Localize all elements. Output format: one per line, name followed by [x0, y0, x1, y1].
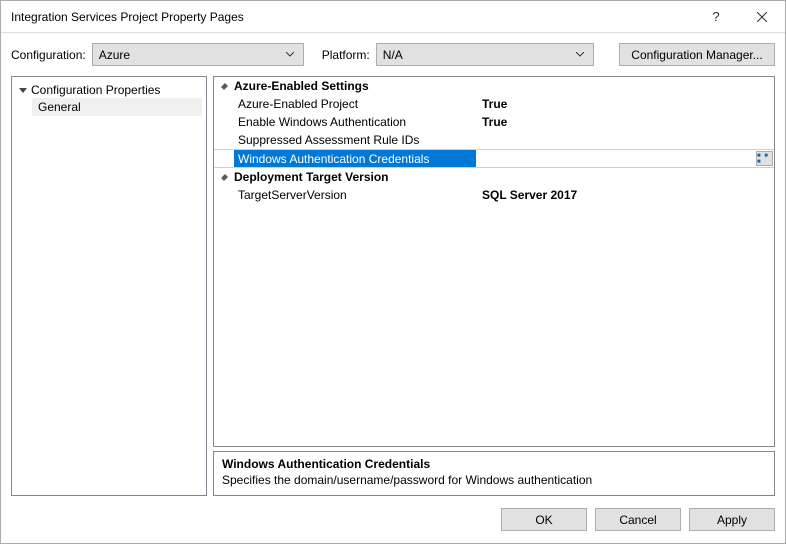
- tree-collapse-icon[interactable]: [18, 86, 28, 94]
- property-grid-body: Azure-Enabled Settings Azure-Enabled Pro…: [214, 77, 774, 446]
- prop-name: Azure-Enabled Project: [234, 95, 476, 113]
- ok-button[interactable]: OK: [501, 508, 587, 531]
- prop-row-winauth-credentials[interactable]: Windows Authentication Credentials ■ ■ ■: [214, 149, 774, 168]
- property-grid[interactable]: Azure-Enabled Settings Azure-Enabled Pro…: [213, 76, 775, 447]
- prop-value[interactable]: True: [476, 113, 774, 131]
- main-area: Configuration Properties General Azure-E…: [1, 76, 785, 496]
- prop-row-target-server-version[interactable]: TargetServerVersion SQL Server 2017: [214, 186, 774, 204]
- category-label: Deployment Target Version: [234, 170, 388, 184]
- apply-button[interactable]: Apply: [689, 508, 775, 531]
- tree-view[interactable]: Configuration Properties General: [11, 76, 207, 496]
- category-label: Azure-Enabled Settings: [234, 79, 369, 93]
- prop-row-suppressed-rules[interactable]: Suppressed Assessment Rule IDs: [214, 131, 774, 149]
- prop-value[interactable]: True: [476, 95, 774, 113]
- prop-name: Suppressed Assessment Rule IDs: [234, 131, 476, 149]
- platform-label: Platform:: [322, 48, 370, 62]
- chevron-down-icon: [573, 52, 587, 57]
- platform-value: N/A: [383, 48, 573, 62]
- dialog-footer: OK Cancel Apply: [1, 496, 785, 543]
- prop-value[interactable]: ■ ■ ■: [476, 150, 774, 167]
- prop-name: Enable Windows Authentication: [234, 113, 476, 131]
- close-icon: [757, 12, 767, 22]
- description-text: Specifies the domain/username/password f…: [222, 473, 766, 487]
- ellipsis-button[interactable]: ■ ■ ■: [756, 151, 773, 166]
- tree-item-general[interactable]: General: [32, 98, 202, 116]
- right-column: Azure-Enabled Settings Azure-Enabled Pro…: [213, 76, 775, 496]
- description-panel: Windows Authentication Credentials Speci…: [213, 451, 775, 496]
- tree-root-label: Configuration Properties: [31, 83, 160, 97]
- prop-value[interactable]: SQL Server 2017: [476, 186, 774, 204]
- config-row: Configuration: Azure Platform: N/A Confi…: [1, 33, 785, 76]
- configuration-manager-button[interactable]: Configuration Manager...: [619, 43, 775, 66]
- tree-root-item[interactable]: Configuration Properties: [12, 81, 206, 98]
- prop-row-enable-winauth[interactable]: Enable Windows Authentication True: [214, 113, 774, 131]
- prop-row-azure-enabled[interactable]: Azure-Enabled Project True: [214, 95, 774, 113]
- help-button[interactable]: ?: [693, 1, 739, 32]
- prop-name: TargetServerVersion: [234, 186, 476, 204]
- category-deployment-target[interactable]: Deployment Target Version: [214, 168, 774, 186]
- chevron-down-icon: [283, 52, 297, 57]
- configuration-value: Azure: [99, 48, 283, 62]
- dialog-window: Integration Services Project Property Pa…: [0, 0, 786, 544]
- expand-collapse-icon[interactable]: [214, 173, 234, 182]
- tree-child-label: General: [38, 100, 81, 114]
- expand-collapse-icon[interactable]: [214, 82, 234, 91]
- prop-name: Windows Authentication Credentials: [234, 150, 476, 167]
- description-title: Windows Authentication Credentials: [222, 457, 766, 471]
- titlebar: Integration Services Project Property Pa…: [1, 1, 785, 33]
- configuration-label: Configuration:: [11, 48, 86, 62]
- close-button[interactable]: [739, 1, 785, 32]
- window-title: Integration Services Project Property Pa…: [11, 10, 693, 24]
- category-azure-settings[interactable]: Azure-Enabled Settings: [214, 77, 774, 95]
- cancel-button[interactable]: Cancel: [595, 508, 681, 531]
- platform-dropdown[interactable]: N/A: [376, 43, 594, 66]
- prop-value[interactable]: [476, 131, 774, 149]
- configuration-dropdown[interactable]: Azure: [92, 43, 304, 66]
